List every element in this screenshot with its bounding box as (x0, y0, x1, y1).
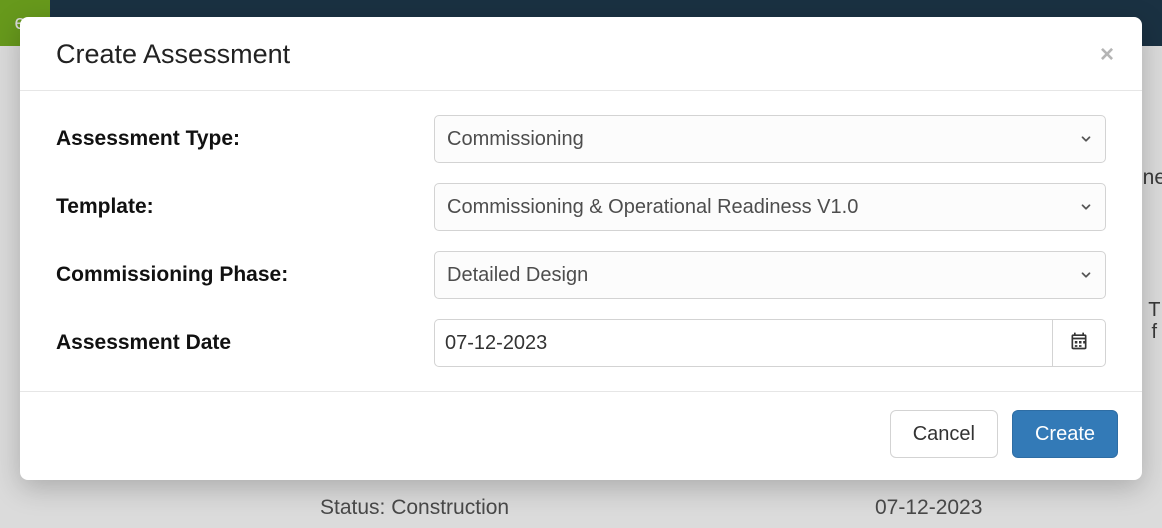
row-date: Assessment Date (56, 319, 1106, 367)
label-assessment-type: Assessment Type: (56, 127, 434, 151)
calendar-icon (1069, 331, 1089, 356)
phase-select[interactable]: Detailed Design (434, 251, 1106, 299)
close-icon[interactable]: × (1100, 43, 1114, 67)
date-input-group (434, 319, 1106, 367)
control-assessment-type: Commissioning (434, 115, 1106, 163)
chevron-down-icon (1079, 132, 1093, 146)
control-template: Commissioning & Operational Readiness V1… (434, 183, 1106, 231)
phase-value: Detailed Design (447, 264, 588, 287)
label-phase: Commissioning Phase: (56, 263, 434, 287)
row-phase: Commissioning Phase: Detailed Design (56, 251, 1106, 299)
assessment-type-value: Commissioning (447, 128, 584, 151)
modal-footer: Cancel Create (20, 391, 1142, 480)
control-date (434, 319, 1106, 367)
assessment-date-input[interactable] (434, 319, 1052, 367)
label-date: Assessment Date (56, 331, 434, 355)
calendar-button[interactable] (1052, 319, 1106, 367)
template-select[interactable]: Commissioning & Operational Readiness V1… (434, 183, 1106, 231)
cancel-button[interactable]: Cancel (890, 410, 998, 458)
create-assessment-modal: Create Assessment × Assessment Type: Com… (20, 17, 1142, 480)
label-template: Template: (56, 195, 434, 219)
chevron-down-icon (1079, 268, 1093, 282)
modal-header: Create Assessment × (20, 17, 1142, 91)
chevron-down-icon (1079, 200, 1093, 214)
row-assessment-type: Assessment Type: Commissioning (56, 115, 1106, 163)
template-value: Commissioning & Operational Readiness V1… (447, 196, 858, 219)
assessment-type-select[interactable]: Commissioning (434, 115, 1106, 163)
control-phase: Detailed Design (434, 251, 1106, 299)
create-button[interactable]: Create (1012, 410, 1118, 458)
modal-body: Assessment Type: Commissioning Template:… (20, 91, 1142, 391)
modal-title: Create Assessment (56, 39, 290, 70)
row-template: Template: Commissioning & Operational Re… (56, 183, 1106, 231)
